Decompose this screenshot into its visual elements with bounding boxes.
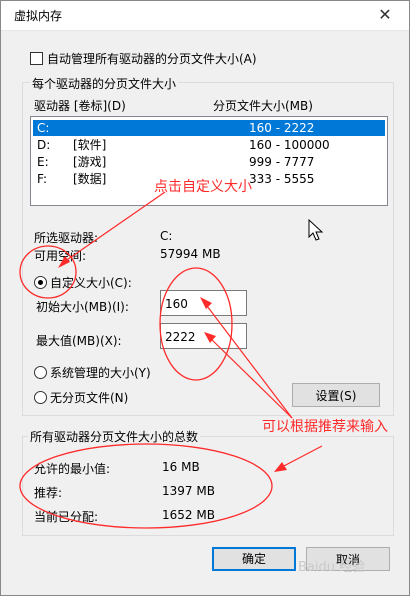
allocated-value: 1652 MB	[162, 508, 215, 522]
column-header-drive: 驱动器 [卷标](D)	[34, 99, 126, 113]
initial-size-label: 初始大小(MB)(I):	[36, 300, 129, 314]
recommended-label: 推荐:	[34, 486, 63, 500]
drive-letter: D:	[37, 138, 51, 152]
system-managed-radio[interactable]	[34, 366, 47, 379]
list-item[interactable]: C: 160 - 2222	[33, 120, 385, 136]
drive-letter: E:	[37, 155, 49, 169]
drive-label: [游戏]	[73, 155, 107, 169]
close-button[interactable]: ✕	[372, 3, 398, 27]
list-item[interactable]: E: [游戏] 999 - 7777	[33, 154, 385, 170]
ok-button[interactable]: 确定	[212, 547, 296, 571]
initial-size-input[interactable]: 160	[160, 290, 247, 316]
watermark: Baidu 经验	[298, 560, 366, 575]
max-size-input[interactable]: 2222	[160, 323, 247, 349]
column-header-size: 分页文件大小(MB)	[213, 99, 313, 113]
system-managed-label: 系统管理的大小(Y)	[50, 366, 151, 380]
drive-size: 999 - 7777	[249, 155, 315, 169]
list-item[interactable]: D: [软件] 160 - 100000	[33, 137, 385, 153]
drive-size: 160 - 100000	[249, 138, 330, 152]
auto-manage-label: 自动管理所有驱动器的分页文件大小(A)	[47, 52, 257, 66]
drive-size: 160 - 2222	[249, 121, 315, 135]
recommended-value: 1397 MB	[162, 484, 215, 498]
drive-letter: C:	[37, 121, 50, 135]
annotation-click-custom: 点击自定义大小	[154, 179, 252, 195]
allocated-label: 当前已分配:	[34, 510, 99, 524]
custom-size-radio[interactable]	[34, 276, 47, 289]
custom-size-label: 自定义大小(C):	[50, 276, 132, 290]
drive-label: [软件]	[73, 138, 107, 152]
min-allowed-label: 允许的最小值:	[34, 462, 111, 476]
selected-drive-label: 所选驱动器:	[34, 231, 99, 245]
min-allowed-value: 16 MB	[162, 460, 200, 474]
free-space-label: 可用空间:	[34, 249, 87, 263]
total-group-legend: 所有驱动器分页文件大小的总数	[28, 428, 201, 445]
per-drive-group-legend: 每个驱动器的分页文件大小	[30, 75, 179, 92]
radio-selected-dot	[38, 280, 43, 285]
selected-drive-value: C:	[160, 229, 173, 243]
window-title: 虚拟内存	[14, 9, 63, 23]
close-icon: ✕	[378, 5, 392, 24]
no-paging-radio[interactable]	[34, 391, 47, 404]
free-space-value: 57994 MB	[160, 247, 221, 261]
max-size-label: 最大值(MB)(X):	[36, 334, 122, 348]
auto-manage-checkbox[interactable]	[30, 52, 43, 65]
no-paging-label: 无分页文件(N)	[50, 391, 129, 405]
annotation-input-hint: 可以根据推荐来输入	[262, 419, 388, 435]
drive-size: 333 - 5555	[249, 172, 315, 186]
drive-label: [数据]	[73, 172, 107, 186]
drive-letter: F:	[37, 172, 48, 186]
set-button[interactable]: 设置(S)	[292, 383, 380, 407]
